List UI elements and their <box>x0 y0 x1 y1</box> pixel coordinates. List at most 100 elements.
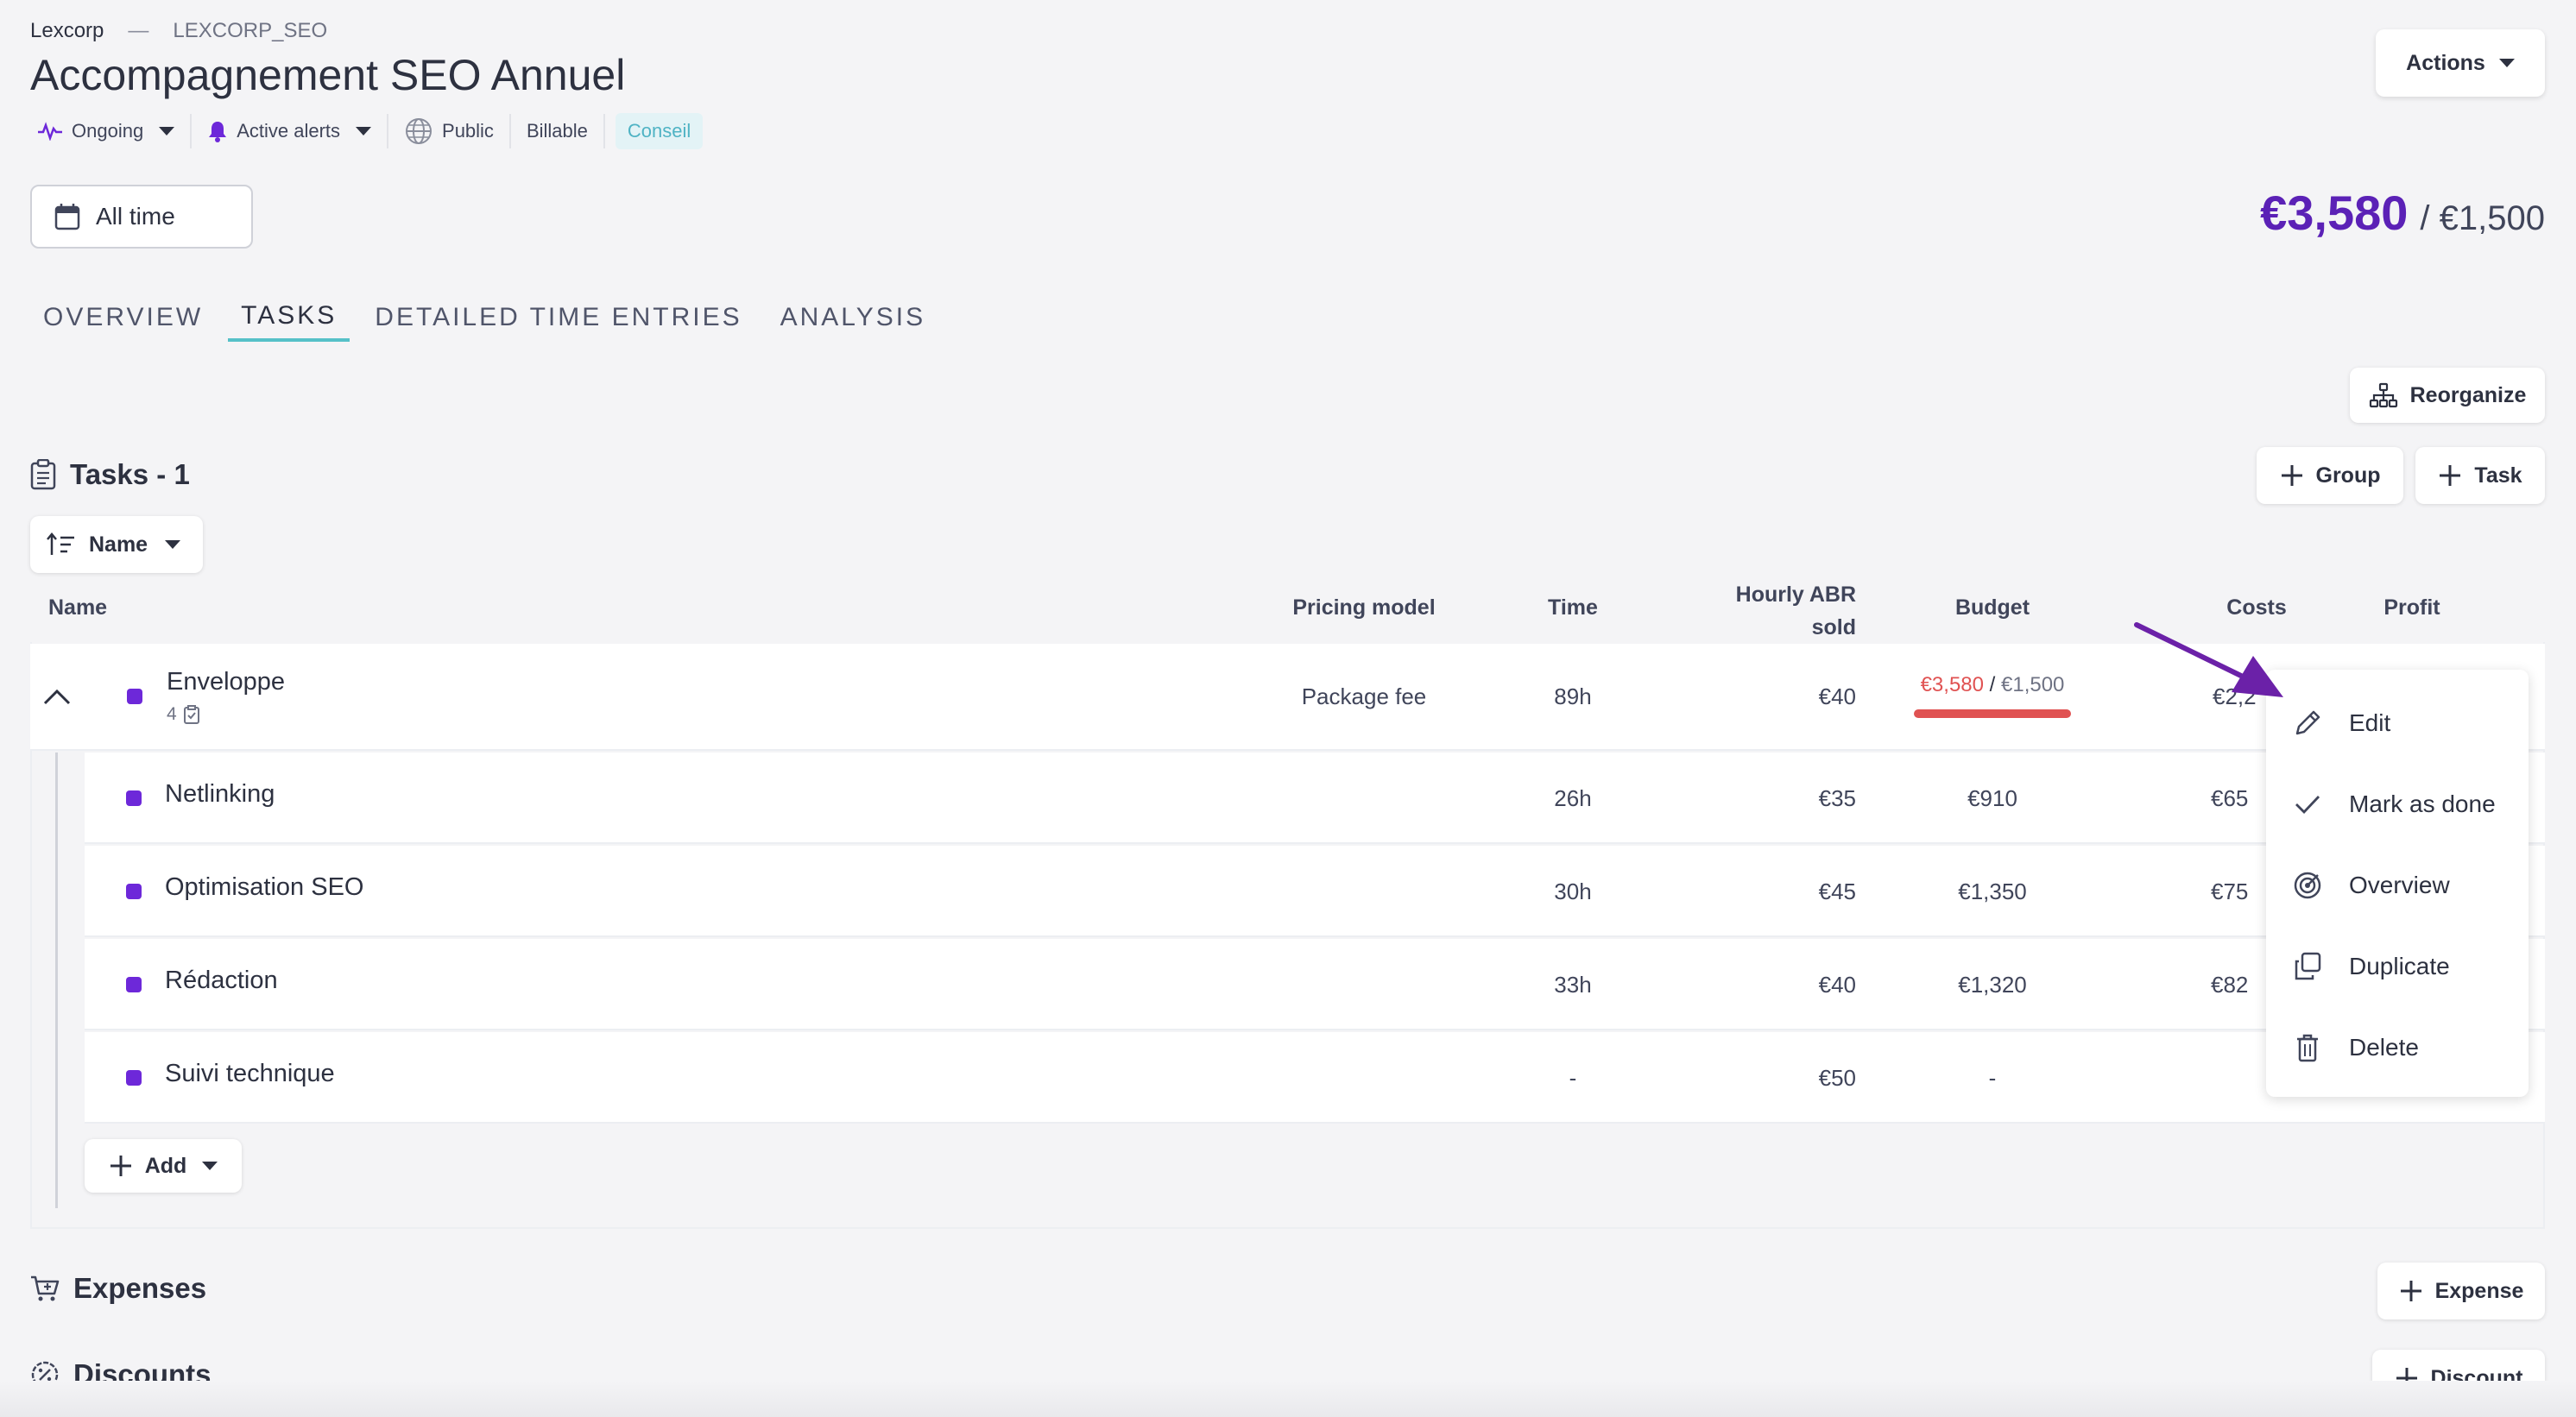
visibility-toggle[interactable]: Public <box>388 112 509 150</box>
budget-summary: €3,580 / €1,500 <box>2260 185 2545 241</box>
table-row[interactable]: Netlinking 26h €35 €910 €65 <box>85 753 2545 844</box>
task-name[interactable]: Rédaction <box>165 967 278 995</box>
menu-item-mark-as-done[interactable]: Mark as done <box>2266 770 2529 839</box>
hourly-value: €40 <box>1818 683 1856 709</box>
menu-item-label: Overview <box>2349 872 2450 898</box>
pencil-icon <box>2295 710 2320 735</box>
trash-icon <box>2297 1034 2318 1062</box>
plus-icon <box>2440 465 2461 486</box>
costs-value: €75 <box>2211 879 2249 904</box>
breadcrumb-separator: — <box>128 19 149 42</box>
menu-item-duplicate[interactable]: Duplicate <box>2266 932 2529 1001</box>
hourly-value: €40 <box>1818 972 1856 998</box>
time-value: 89h <box>1554 683 1592 709</box>
chevron-down-icon <box>356 127 372 135</box>
tab-analysis[interactable]: ANALYSIS <box>767 293 939 342</box>
tab-bar: OVERVIEW TASKS DETAILED TIME ENTRIES ANA… <box>30 293 950 342</box>
add-task-button[interactable]: Task <box>2415 447 2545 504</box>
task-color-dot <box>126 884 142 899</box>
reorganize-button[interactable]: Reorganize <box>2350 368 2545 423</box>
actions-button[interactable]: Actions <box>2376 29 2545 97</box>
chevron-up-icon[interactable] <box>42 687 72 706</box>
costs-value: €82 <box>2211 972 2249 998</box>
add-label: Add <box>144 1153 187 1178</box>
category-tag[interactable]: Conseil <box>605 112 718 150</box>
alerts-dropdown[interactable]: Active alerts <box>192 112 387 150</box>
breadcrumb-project-code: LEXCORP_SEO <box>173 19 328 42</box>
hourly-value: €45 <box>1818 879 1856 904</box>
task-name[interactable]: Suivi technique <box>165 1060 335 1088</box>
budget-total: / €1,500 <box>2420 199 2545 237</box>
row-context-menu: Edit Mark as done Overview Duplicate Del… <box>2266 670 2529 1097</box>
menu-item-overview[interactable]: Overview <box>2266 851 2529 920</box>
column-header-hourly-line2: sold <box>1811 615 1856 639</box>
menu-item-label: Mark as done <box>2349 790 2496 817</box>
time-value: 33h <box>1554 972 1592 998</box>
clipboard-check-icon <box>183 705 199 724</box>
column-header-hourly-line1: Hourly ABR <box>1735 583 1856 607</box>
time-value: 26h <box>1554 785 1592 811</box>
copy-icon <box>2295 952 2321 980</box>
clipboard-icon <box>30 459 56 490</box>
expense-label: Expense <box>2434 1278 2524 1303</box>
menu-item-edit[interactable]: Edit <box>2266 689 2529 758</box>
column-header-budget[interactable]: Budget <box>1906 595 2079 620</box>
tasks-section-header: Tasks - 1 <box>30 458 190 491</box>
table-row[interactable]: Suivi technique - €50 - <box>85 1032 2545 1124</box>
task-name[interactable]: Netlinking <box>165 780 275 809</box>
budget-total-value: €1,500 <box>2001 673 2065 696</box>
column-header-name[interactable]: Name <box>48 595 107 620</box>
group-label: Group <box>2315 463 2381 488</box>
table-row[interactable]: Optimisation SEO 30h €45 €1,350 €75 <box>85 846 2545 937</box>
budget-spent-value: €3,580 <box>1920 673 1984 696</box>
task-name[interactable]: Optimisation SEO <box>165 873 363 902</box>
column-header-profit[interactable]: Profit <box>2360 595 2464 620</box>
expenses-title: Expenses <box>73 1272 207 1304</box>
add-group-button[interactable]: Group <box>2257 447 2403 504</box>
budget-separator: / <box>1989 673 1996 696</box>
budget-value: €910 <box>1967 785 2017 811</box>
column-header-pricing-model[interactable]: Pricing model <box>1278 595 1450 620</box>
actions-label: Actions <box>2406 50 2485 75</box>
costs-value: €65 <box>2211 785 2249 811</box>
time-value: 30h <box>1554 879 1592 904</box>
status-label: Ongoing <box>72 120 144 142</box>
task-color-dot <box>126 977 142 992</box>
budget-value: €1,320 <box>1958 972 2027 998</box>
column-header-hourly-abr[interactable]: Hourly ABR sold <box>1718 578 1856 644</box>
task-label: Task <box>2474 463 2522 488</box>
billable-label: Billable <box>526 120 588 142</box>
billable-toggle[interactable]: Billable <box>511 112 603 150</box>
pricing-model: Package fee <box>1301 683 1427 709</box>
table-row[interactable]: Rédaction 33h €40 €1,320 €82 <box>85 939 2545 1030</box>
tab-detailed-time-entries[interactable]: DETAILED TIME ENTRIES <box>362 293 754 342</box>
menu-item-label: Delete <box>2349 1034 2419 1061</box>
status-dropdown[interactable]: Ongoing <box>30 112 190 150</box>
add-subtask-button[interactable]: Add <box>85 1139 242 1193</box>
budget-spent: €3,580 <box>2260 186 2409 240</box>
column-header-time[interactable]: Time <box>1521 595 1625 620</box>
visibility-label: Public <box>442 120 494 142</box>
chevron-down-icon <box>165 540 181 549</box>
expenses-section-header: Expenses <box>30 1272 206 1305</box>
tree-connector <box>55 753 58 1208</box>
chevron-down-icon <box>2498 59 2515 67</box>
menu-item-delete[interactable]: Delete <box>2266 1013 2529 1082</box>
tab-tasks[interactable]: TASKS <box>228 293 350 342</box>
chevron-down-icon <box>202 1162 218 1170</box>
breadcrumb: Lexcorp — LEXCORP_SEO <box>30 19 327 43</box>
target-icon <box>2294 872 2321 899</box>
plus-icon <box>2281 465 2302 486</box>
period-filter-button[interactable]: All time <box>30 185 253 249</box>
calendar-icon <box>54 204 80 230</box>
task-name[interactable]: Enveloppe <box>167 668 285 696</box>
tab-overview[interactable]: OVERVIEW <box>30 293 216 342</box>
globe-icon <box>406 118 432 144</box>
alerts-label: Active alerts <box>237 120 341 142</box>
hourly-value: €35 <box>1818 785 1856 811</box>
tasks-title: Tasks - 1 <box>70 458 190 490</box>
sort-button[interactable]: Name <box>30 516 203 573</box>
add-expense-button[interactable]: Expense <box>2377 1263 2545 1319</box>
breadcrumb-client[interactable]: Lexcorp <box>30 19 104 43</box>
reorganize-label: Reorganize <box>2409 382 2527 407</box>
